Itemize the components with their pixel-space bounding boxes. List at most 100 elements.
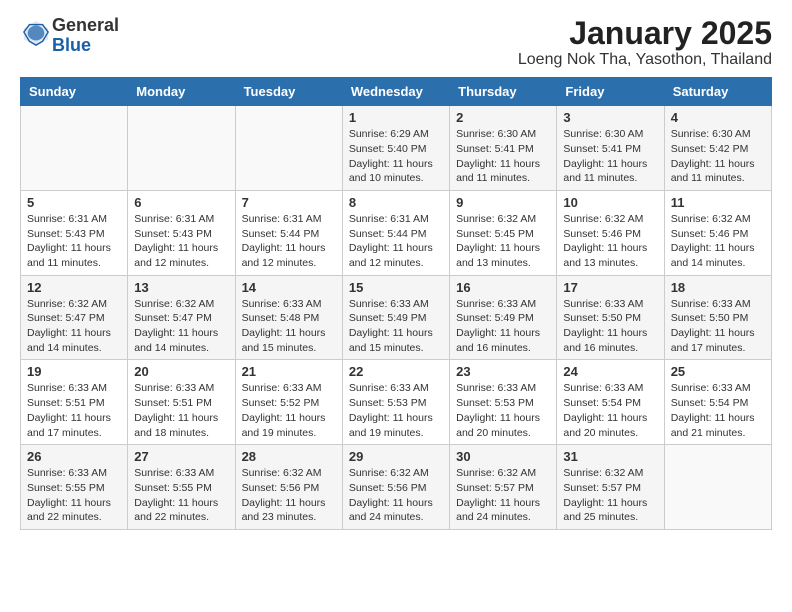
calendar-cell: 14 Sunrise: 6:33 AM Sunset: 5:48 PM Dayli… <box>235 275 342 360</box>
day-info: Sunrise: 6:31 AM Sunset: 5:43 PM Dayligh… <box>27 212 121 271</box>
day-number: 2 <box>456 110 550 125</box>
calendar-cell: 29 Sunrise: 6:32 AM Sunset: 5:56 PM Dayli… <box>342 445 449 530</box>
weekday-header-row: SundayMondayTuesdayWednesdayThursdayFrid… <box>21 78 772 106</box>
calendar-cell: 28 Sunrise: 6:32 AM Sunset: 5:56 PM Dayli… <box>235 445 342 530</box>
calendar-cell: 12 Sunrise: 6:32 AM Sunset: 5:47 PM Dayli… <box>21 275 128 360</box>
day-number: 6 <box>134 195 228 210</box>
logo: General Blue <box>20 16 119 56</box>
day-number: 29 <box>349 449 443 464</box>
weekday-header-saturday: Saturday <box>664 78 771 106</box>
calendar-cell: 4Sunrise: 6:30 AM Sunset: 5:42 PM Daylig… <box>664 106 771 191</box>
calendar-cell: 1 Sunrise: 6:29 AM Sunset: 5:40 PM Daylig… <box>342 106 449 191</box>
calendar-cell: 19 Sunrise: 6:33 AM Sunset: 5:51 PM Dayli… <box>21 360 128 445</box>
calendar-cell: 27Sunrise: 6:33 AM Sunset: 5:55 PM Dayli… <box>128 445 235 530</box>
day-info: Sunrise: 6:33 AM Sunset: 5:48 PM Dayligh… <box>242 297 336 356</box>
calendar-week-2: 5 Sunrise: 6:31 AM Sunset: 5:43 PM Daylig… <box>21 190 772 275</box>
calendar-cell: 16Sunrise: 6:33 AM Sunset: 5:49 PM Dayli… <box>450 275 557 360</box>
calendar-table: SundayMondayTuesdayWednesdayThursdayFrid… <box>20 77 772 530</box>
calendar-cell: 25 Sunrise: 6:33 AM Sunset: 5:54 PM Dayli… <box>664 360 771 445</box>
calendar-cell: 23 Sunrise: 6:33 AM Sunset: 5:53 PM Dayli… <box>450 360 557 445</box>
day-number: 13 <box>134 280 228 295</box>
day-number: 31 <box>563 449 657 464</box>
day-info: Sunrise: 6:30 AM Sunset: 5:41 PM Dayligh… <box>563 127 657 186</box>
calendar-week-3: 12 Sunrise: 6:32 AM Sunset: 5:47 PM Dayli… <box>21 275 772 360</box>
calendar-cell: 21Sunrise: 6:33 AM Sunset: 5:52 PM Dayli… <box>235 360 342 445</box>
calendar-cell <box>128 106 235 191</box>
day-number: 22 <box>349 364 443 379</box>
day-info: Sunrise: 6:30 AM Sunset: 5:41 PM Dayligh… <box>456 127 550 186</box>
calendar-cell: 26Sunrise: 6:33 AM Sunset: 5:55 PM Dayli… <box>21 445 128 530</box>
day-number: 18 <box>671 280 765 295</box>
calendar-cell: 31 Sunrise: 6:32 AM Sunset: 5:57 PM Dayli… <box>557 445 664 530</box>
day-info: Sunrise: 6:33 AM Sunset: 5:55 PM Dayligh… <box>27 466 121 525</box>
day-number: 11 <box>671 195 765 210</box>
calendar-cell: 13 Sunrise: 6:32 AM Sunset: 5:47 PM Dayli… <box>128 275 235 360</box>
day-info: Sunrise: 6:32 AM Sunset: 5:47 PM Dayligh… <box>134 297 228 356</box>
logo-general-text: General <box>52 15 119 35</box>
calendar-cell: 3 Sunrise: 6:30 AM Sunset: 5:41 PM Daylig… <box>557 106 664 191</box>
calendar-cell: 5 Sunrise: 6:31 AM Sunset: 5:43 PM Daylig… <box>21 190 128 275</box>
day-info: Sunrise: 6:33 AM Sunset: 5:54 PM Dayligh… <box>671 381 765 440</box>
day-info: Sunrise: 6:33 AM Sunset: 5:53 PM Dayligh… <box>349 381 443 440</box>
calendar-week-1: 1 Sunrise: 6:29 AM Sunset: 5:40 PM Daylig… <box>21 106 772 191</box>
day-number: 17 <box>563 280 657 295</box>
day-info: Sunrise: 6:31 AM Sunset: 5:44 PM Dayligh… <box>349 212 443 271</box>
day-number: 20 <box>134 364 228 379</box>
day-number: 7 <box>242 195 336 210</box>
day-number: 8 <box>349 195 443 210</box>
page-header: General Blue January 2025 Loeng Nok Tha,… <box>20 16 772 69</box>
day-number: 19 <box>27 364 121 379</box>
day-number: 14 <box>242 280 336 295</box>
day-number: 28 <box>242 449 336 464</box>
day-info: Sunrise: 6:33 AM Sunset: 5:53 PM Dayligh… <box>456 381 550 440</box>
day-number: 24 <box>563 364 657 379</box>
day-number: 12 <box>27 280 121 295</box>
day-info: Sunrise: 6:30 AM Sunset: 5:42 PM Dayligh… <box>671 127 765 186</box>
day-number: 10 <box>563 195 657 210</box>
day-number: 30 <box>456 449 550 464</box>
calendar-cell: 18 Sunrise: 6:33 AM Sunset: 5:50 PM Dayli… <box>664 275 771 360</box>
logo-blue-text: Blue <box>52 35 91 55</box>
calendar-cell <box>664 445 771 530</box>
day-number: 23 <box>456 364 550 379</box>
calendar-cell: 8 Sunrise: 6:31 AM Sunset: 5:44 PM Daylig… <box>342 190 449 275</box>
day-info: Sunrise: 6:29 AM Sunset: 5:40 PM Dayligh… <box>349 127 443 186</box>
day-info: Sunrise: 6:32 AM Sunset: 5:56 PM Dayligh… <box>242 466 336 525</box>
calendar-cell: 24Sunrise: 6:33 AM Sunset: 5:54 PM Dayli… <box>557 360 664 445</box>
day-info: Sunrise: 6:33 AM Sunset: 5:50 PM Dayligh… <box>671 297 765 356</box>
day-info: Sunrise: 6:32 AM Sunset: 5:46 PM Dayligh… <box>563 212 657 271</box>
calendar-cell: 22 Sunrise: 6:33 AM Sunset: 5:53 PM Dayli… <box>342 360 449 445</box>
calendar-subtitle: Loeng Nok Tha, Yasothon, Thailand <box>518 51 772 69</box>
calendar-cell <box>235 106 342 191</box>
day-number: 5 <box>27 195 121 210</box>
weekday-header-sunday: Sunday <box>21 78 128 106</box>
day-info: Sunrise: 6:32 AM Sunset: 5:47 PM Dayligh… <box>27 297 121 356</box>
calendar-cell: 11Sunrise: 6:32 AM Sunset: 5:46 PM Dayli… <box>664 190 771 275</box>
weekday-header-thursday: Thursday <box>450 78 557 106</box>
calendar-cell: 9 Sunrise: 6:32 AM Sunset: 5:45 PM Daylig… <box>450 190 557 275</box>
day-info: Sunrise: 6:33 AM Sunset: 5:50 PM Dayligh… <box>563 297 657 356</box>
day-number: 27 <box>134 449 228 464</box>
day-number: 1 <box>349 110 443 125</box>
calendar-title: January 2025 <box>518 16 772 51</box>
day-info: Sunrise: 6:32 AM Sunset: 5:45 PM Dayligh… <box>456 212 550 271</box>
day-info: Sunrise: 6:32 AM Sunset: 5:56 PM Dayligh… <box>349 466 443 525</box>
calendar-cell: 10 Sunrise: 6:32 AM Sunset: 5:46 PM Dayli… <box>557 190 664 275</box>
day-number: 9 <box>456 195 550 210</box>
day-info: Sunrise: 6:33 AM Sunset: 5:51 PM Dayligh… <box>27 381 121 440</box>
weekday-header-friday: Friday <box>557 78 664 106</box>
day-number: 25 <box>671 364 765 379</box>
day-info: Sunrise: 6:32 AM Sunset: 5:57 PM Dayligh… <box>563 466 657 525</box>
calendar-cell: 6 Sunrise: 6:31 AM Sunset: 5:43 PM Daylig… <box>128 190 235 275</box>
day-info: Sunrise: 6:33 AM Sunset: 5:49 PM Dayligh… <box>456 297 550 356</box>
calendar-cell: 15 Sunrise: 6:33 AM Sunset: 5:49 PM Dayli… <box>342 275 449 360</box>
calendar-week-4: 19 Sunrise: 6:33 AM Sunset: 5:51 PM Dayli… <box>21 360 772 445</box>
weekday-header-wednesday: Wednesday <box>342 78 449 106</box>
calendar-cell <box>21 106 128 191</box>
day-info: Sunrise: 6:31 AM Sunset: 5:44 PM Dayligh… <box>242 212 336 271</box>
day-info: Sunrise: 6:33 AM Sunset: 5:49 PM Dayligh… <box>349 297 443 356</box>
day-info: Sunrise: 6:31 AM Sunset: 5:43 PM Dayligh… <box>134 212 228 271</box>
day-number: 3 <box>563 110 657 125</box>
day-number: 15 <box>349 280 443 295</box>
weekday-header-monday: Monday <box>128 78 235 106</box>
